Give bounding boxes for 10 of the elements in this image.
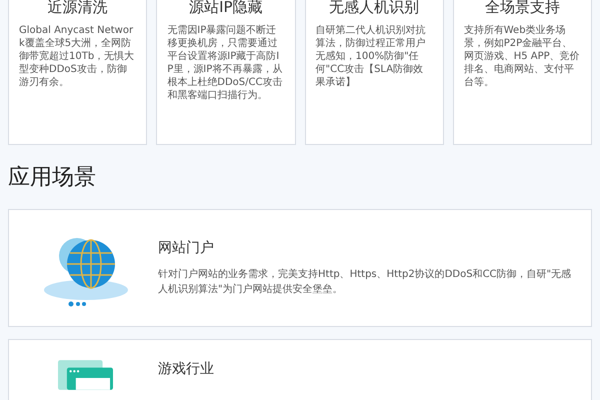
feature-description: 自研第二代人机识别对抗算法，防御过程正常用户无感知，100%防御"任何"CC攻击【SLA防御效果承诺】 xyxy=(316,24,426,89)
scenario-description: 针对门户网站的业务需求，完美支持Http、Https、Http2协议的DDoS和CC防御，自研"无感人机识别算法"为门户网站提供安全堡垒。 xyxy=(158,268,572,297)
feature-description: Global Anycast Network覆盖全球5大洲，全网防御带宽超过10Tb，无惧大型变种DDoS攻击，防御游刃有余。 xyxy=(19,24,136,89)
feature-description: 无需因IP暴露问题不断迁移更换机房，只需要通过平台设置将源IP藏于高防IP里，源IP将不再暴露，从根本上杜绝DDoS/CC攻击和黑客端口扫描行为。 xyxy=(167,24,284,102)
scenario-title: 游戏行业 xyxy=(158,360,214,378)
browser-window-drawing xyxy=(58,360,113,390)
feature-description: 支持所有Web类业务场景，例如P2P金融平台、网页游戏、H5 APP、竞价排名、电商网站、支付平台等。 xyxy=(464,24,581,89)
scenario-title: 网站门户 xyxy=(158,239,215,257)
section-heading: 应用场景 xyxy=(8,165,97,191)
feature-title: 全场景支持 xyxy=(484,0,561,16)
